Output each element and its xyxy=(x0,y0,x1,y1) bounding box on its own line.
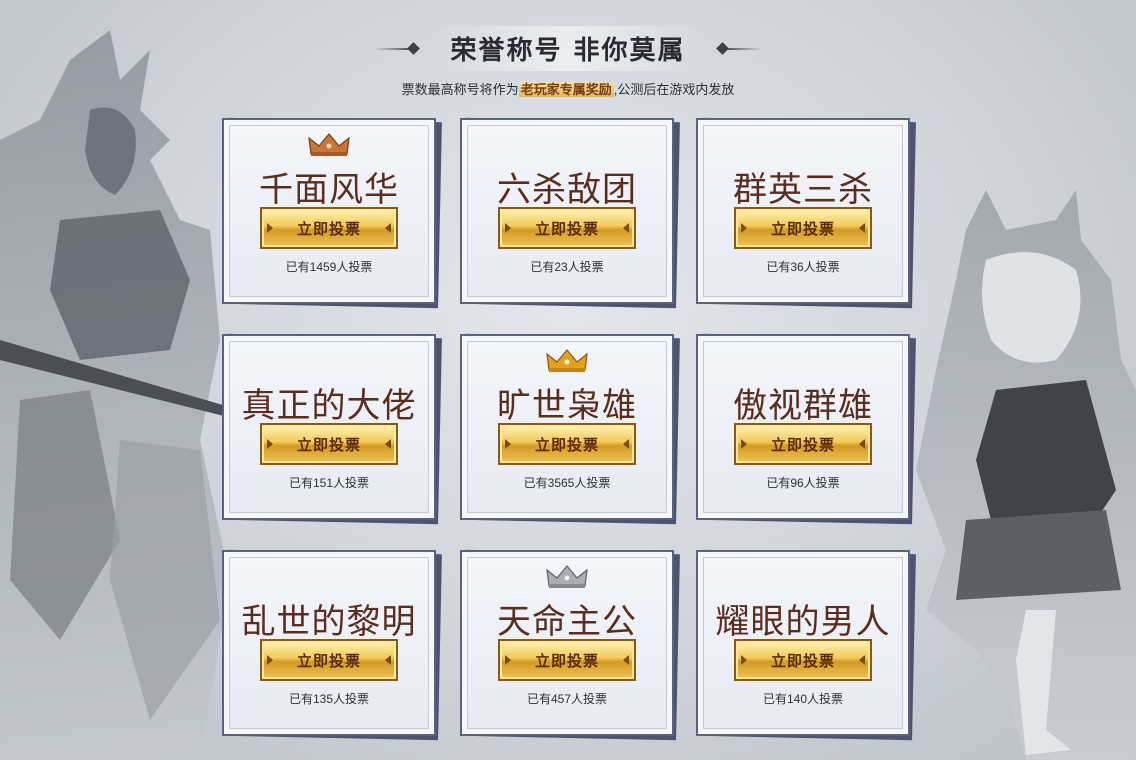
title-card: 千面风华 立即投票 已有1459人投票 xyxy=(222,117,442,309)
bronze-crown-icon xyxy=(308,133,350,156)
vote-button[interactable]: 立即投票 xyxy=(500,425,634,463)
vote-button[interactable]: 立即投票 xyxy=(262,209,396,247)
vote-button[interactable]: 立即投票 xyxy=(736,425,870,463)
subtitle-suffix: ,公测后在游戏内发放 xyxy=(613,82,735,97)
reward-highlight: 老玩家专属奖励 xyxy=(518,82,614,97)
card-title: 群英三杀 xyxy=(733,170,873,210)
vote-count: 已有140人投票 xyxy=(762,692,844,706)
card-title: 天命主公 xyxy=(497,602,637,642)
title-card: 乱世的黎明 立即投票 已有135人投票 xyxy=(222,549,442,741)
card-title: 六杀敌团 xyxy=(497,170,637,210)
title-card: 真正的大佬 立即投票 已有151人投票 xyxy=(222,333,442,525)
subtitle-prefix: 票数最高称号将作为 xyxy=(401,82,519,97)
vote-button[interactable]: 立即投票 xyxy=(736,209,870,247)
vote-count: 已有151人投票 xyxy=(288,476,370,490)
vote-count: 已有23人投票 xyxy=(530,260,604,274)
card-title: 真正的大佬 xyxy=(241,386,417,426)
title-vote-grid: 千面风华 立即投票 已有1459人投票 六杀敌团 立即投票 已有23人投票 群英… xyxy=(222,117,916,758)
vote-count: 已有135人投票 xyxy=(288,692,370,706)
page-subtitle: 票数最高称号将作为 老玩家专属奖励 ,公测后在游戏内发放 xyxy=(0,79,1136,98)
title-banner: 荣誉称号 非你莫属 xyxy=(374,26,762,71)
gold-crown-icon xyxy=(546,349,588,372)
title-card: 群英三杀 立即投票 已有36人投票 xyxy=(696,117,916,309)
page-title: 荣誉称号 非你莫属 xyxy=(428,26,708,71)
vote-count: 已有3565人投票 xyxy=(523,476,611,490)
card-title: 乱世的黎明 xyxy=(241,602,417,642)
vote-button[interactable]: 立即投票 xyxy=(736,641,870,679)
title-ornament-right xyxy=(721,47,762,50)
vote-count: 已有457人投票 xyxy=(526,692,608,706)
page-header: 荣誉称号 非你莫属 票数最高称号将作为 老玩家专属奖励 ,公测后在游戏内发放 xyxy=(0,26,1136,98)
vote-count: 已有36人投票 xyxy=(766,260,840,274)
armored-hero-illustration xyxy=(0,30,240,760)
title-ornament-left xyxy=(374,47,415,50)
card-title: 千面风华 xyxy=(259,170,399,210)
vote-button[interactable]: 立即投票 xyxy=(262,641,396,679)
vote-button[interactable]: 立即投票 xyxy=(500,641,634,679)
title-card: 天命主公 立即投票 已有457人投票 xyxy=(460,549,680,741)
card-title: 傲视群雄 xyxy=(733,386,873,426)
vote-button[interactable]: 立即投票 xyxy=(500,209,634,247)
card-title: 耀眼的男人 xyxy=(715,602,891,642)
vote-count: 已有1459人投票 xyxy=(285,260,373,274)
vote-button[interactable]: 立即投票 xyxy=(262,425,396,463)
title-card: 傲视群雄 立即投票 已有96人投票 xyxy=(696,333,916,525)
card-title: 旷世枭雄 xyxy=(497,386,637,426)
title-card: 六杀敌团 立即投票 已有23人投票 xyxy=(460,117,680,309)
title-card: 旷世枭雄 立即投票 已有3565人投票 xyxy=(460,333,680,525)
title-card: 耀眼的男人 立即投票 已有140人投票 xyxy=(696,549,916,741)
fox-girl-illustration xyxy=(916,190,1136,760)
vote-count: 已有96人投票 xyxy=(766,476,840,490)
silver-crown-icon xyxy=(546,565,588,588)
